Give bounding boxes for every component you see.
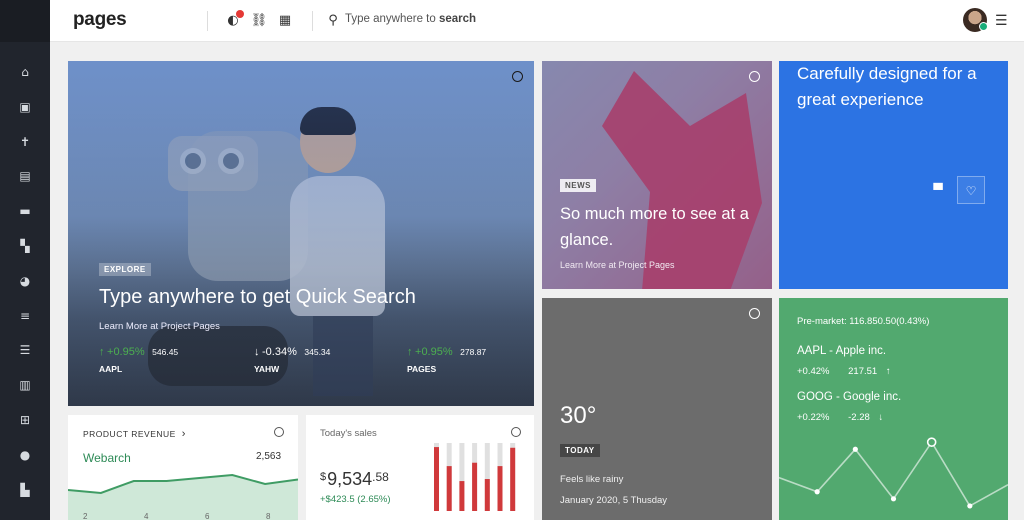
up-arrow-icon: ↑ [407, 346, 413, 358]
search-icon[interactable]: ⚲ [324, 12, 342, 30]
card-options-icon[interactable] [512, 71, 523, 82]
axis-tick-label: 8 [266, 512, 271, 520]
comment-icon[interactable]: ▀ [924, 176, 952, 204]
stock-symbol: PAGES [407, 364, 437, 374]
stock-pct: +0.95% [107, 346, 145, 358]
link-icon[interactable]: ⛓ [250, 12, 268, 30]
card-options-icon[interactable] [749, 308, 760, 319]
list-icon[interactable]: ≡ [17, 308, 33, 324]
weather-tag: TODAY [560, 444, 600, 457]
menu-add-icon[interactable]: ☰ [995, 12, 1011, 28]
hero-card[interactable]: EXPLORE Type anywhere to get Quick Searc… [68, 61, 534, 406]
stock-value: 278.87 [460, 347, 487, 357]
weather-date: January 2020, 5 Thusday [560, 495, 668, 506]
search-input[interactable]: Type anywhere to search [345, 13, 476, 25]
sidebar: ⌂ ▣ ✝ ▤ ▬ ▚ ◕ ≡ ☰ ▥ ⊞ ● ▙ [0, 0, 50, 520]
columns-icon[interactable]: ▥ [17, 377, 33, 393]
up-arrow-icon: ↑ [99, 346, 105, 358]
sales-card[interactable]: Today's sales $9,534.58 +$423.5 (2.65%) [306, 415, 534, 520]
search-placeholder: Type anywhere to [345, 13, 436, 25]
sales-bar [510, 447, 516, 511]
sales-bar [434, 447, 439, 511]
revenue-area [68, 475, 298, 520]
market-point [890, 496, 897, 502]
stock-ticker-pages: ↑ +0.95% 278.87 PAGES [407, 346, 486, 374]
sales-bar [446, 466, 452, 511]
accessibility-icon[interactable]: ✝ [17, 134, 33, 150]
sales-bar [459, 481, 465, 511]
header-divider [312, 11, 313, 31]
stock-value: 546.45 [152, 347, 179, 357]
header-divider [207, 11, 208, 31]
home-icon[interactable]: ⌂ [17, 64, 33, 80]
dashboard-icon[interactable]: ▚ [17, 238, 33, 254]
online-status-icon [979, 22, 988, 31]
market-line-chart [779, 437, 1008, 509]
revenue-card[interactable]: PRODUCT REVENUE › Webarch 2,563 2468 [68, 415, 298, 520]
promo-card[interactable]: Carefully designed for a great experienc… [779, 61, 1008, 289]
axis-tick-label: 4 [144, 512, 149, 520]
sales-bar [484, 479, 490, 511]
market-point [814, 489, 820, 495]
stock-ticker-aapl: ↑ +0.95% 546.45 AAPL [99, 346, 178, 374]
weather-temperature: 30° [560, 402, 597, 429]
hero-title: Type anywhere to get Quick Search [99, 286, 416, 308]
stock-ticker-yahw: ↓ -0.34% 345.34 YAHW [254, 346, 330, 374]
search-placeholder-bold: search [438, 13, 477, 25]
top-header: pages ◐ ⛓ ▦ ⚲ Type anywhere to search ☰ [50, 0, 1024, 42]
stock-symbol: YAHW [254, 364, 280, 374]
hero-link[interactable]: Learn More at Project Pages [99, 321, 220, 332]
database-icon[interactable]: ☰ [17, 342, 33, 358]
news-tag: NEWS [560, 179, 596, 192]
news-card[interactable]: NEWS So much more to see at a glance. Le… [542, 61, 772, 289]
sales-bar [472, 462, 478, 511]
down-arrow-icon: ↓ [254, 346, 260, 358]
chart-icon[interactable]: ▙ [17, 482, 33, 498]
axis-tick-label: 6 [205, 512, 210, 520]
notification-dot-icon [236, 10, 244, 18]
paint-roller-icon[interactable]: ▬ [17, 203, 33, 219]
revenue-area-chart: 2 4 6 8 [68, 473, 298, 520]
sales-bar [497, 466, 503, 511]
calendar-icon[interactable]: ▤ [17, 168, 33, 184]
stock-value: 345.34 [304, 347, 331, 357]
axis-tick-label: 2 [83, 512, 88, 520]
stock-symbol: AAPL [99, 364, 123, 374]
apps-grid-icon[interactable]: ▦ [276, 12, 294, 30]
market-point [852, 446, 858, 452]
news-title: So much more to see at a glance. [560, 205, 749, 249]
map-pin-icon[interactable]: ● [17, 447, 33, 463]
market-card[interactable]: Pre-market: 116.850.50(0.43%) AAPL - App… [779, 298, 1008, 520]
stock-pct: -0.34% [262, 346, 297, 358]
chat-icon[interactable]: ◕ [17, 273, 33, 289]
inbox-icon[interactable]: ▣ [17, 99, 33, 115]
market-point [926, 437, 937, 447]
stock-pct: +0.95% [415, 346, 453, 358]
hero-tag: EXPLORE [99, 263, 151, 276]
weather-card[interactable]: 30° TODAY Feels like rainy January 2020,… [542, 298, 772, 520]
news-overlay [542, 61, 772, 289]
news-link[interactable]: Learn More at Project Pages [560, 260, 675, 270]
heart-icon[interactable]: ♡ [957, 176, 985, 204]
weather-description: Feels like rainy [560, 474, 624, 485]
card-options-icon[interactable] [749, 71, 760, 82]
sidebar-header [0, 0, 50, 42]
promo-title: Carefully designed for a great experienc… [797, 64, 977, 109]
app-logo[interactable]: pages [73, 9, 127, 31]
sales-bar-chart [434, 443, 516, 511]
grid-icon[interactable]: ⊞ [17, 412, 33, 428]
market-point [967, 503, 973, 509]
